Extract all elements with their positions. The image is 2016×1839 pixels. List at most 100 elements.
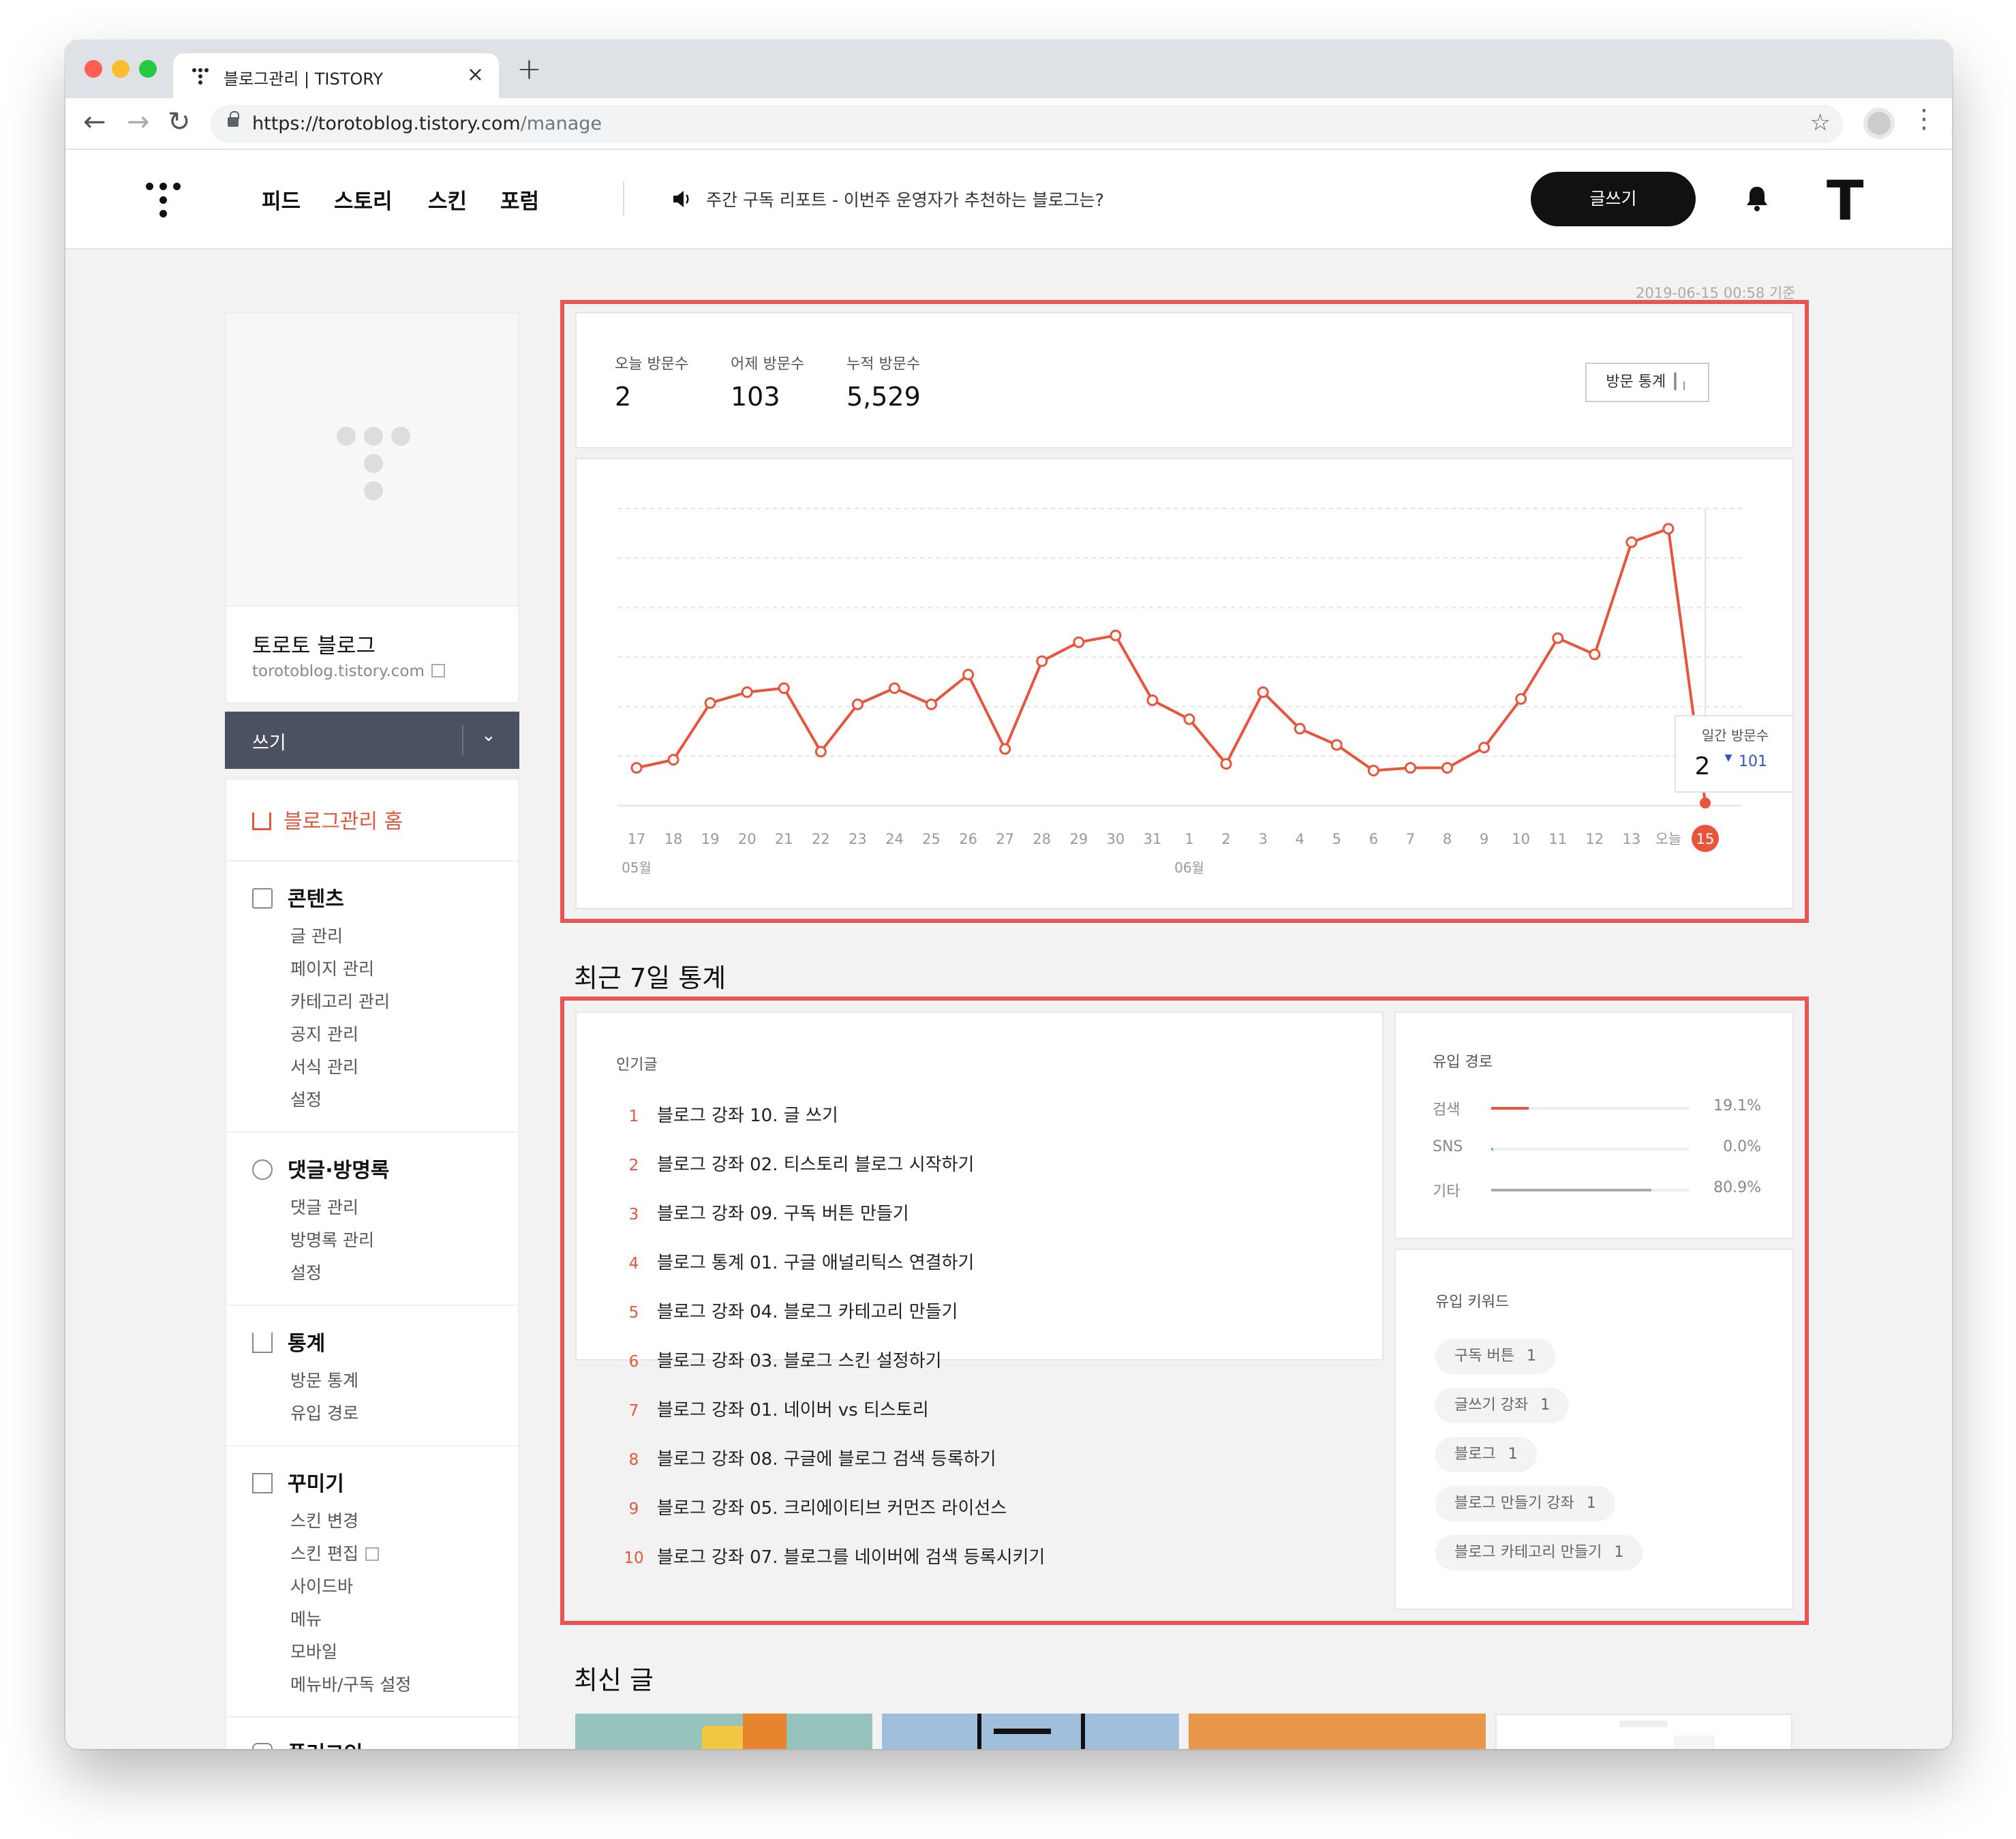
sidebar-item-notice-manage[interactable]: 공지 관리 <box>290 1021 358 1046</box>
tab-close-icon[interactable]: × <box>467 63 484 87</box>
sidebar-section-stats[interactable]: 통계 <box>252 1326 325 1356</box>
notice-banner[interactable]: 주간 구독 리포트 - 이번주 운영자가 추천하는 블로그는? <box>706 187 1104 211</box>
tab-bar: 블로그관리 | TISTORY × + <box>65 41 1952 98</box>
sidebar-item-referrer[interactable]: 유입 경로 <box>290 1400 358 1425</box>
comment-icon <box>252 1159 273 1180</box>
browser-window: 블로그관리 | TISTORY × + ← → ↻ https://toroto… <box>65 41 1952 1749</box>
nav-story[interactable]: 스토리 <box>334 184 393 215</box>
url-main: https://torotoblog.tistory.com <box>252 113 521 134</box>
write-separator <box>462 725 463 755</box>
minimize-window-button[interactable] <box>112 60 129 78</box>
sidebar-item-skin-edit[interactable]: 스킨 편집 <box>290 1540 379 1565</box>
sidebar-item-comment-manage[interactable]: 댓글 관리 <box>290 1194 358 1219</box>
header-divider <box>623 181 624 215</box>
tab-title: 블로그관리 | TISTORY <box>224 70 384 89</box>
highlight-frame-visits <box>560 300 1809 923</box>
sidebar-item-guestbook-manage[interactable]: 방명록 관리 <box>290 1227 374 1251</box>
section-title: 댓글·방명록 <box>288 1159 390 1183</box>
sidebar-divider <box>226 860 521 862</box>
thumbnail-shape <box>1081 1714 1085 1749</box>
url-bar[interactable]: https://torotoblog.tistory.com/manage ☆ <box>210 105 1843 143</box>
latest-post-card[interactable] <box>882 1714 1179 1749</box>
external-link-icon <box>365 1547 379 1561</box>
sidebar-item-sidebar[interactable]: 사이드바 <box>290 1573 353 1598</box>
sidebar-write-label: 쓰기 <box>252 733 286 754</box>
chevron-down-icon[interactable]: ⌄ <box>481 725 496 746</box>
layout-icon <box>252 1473 273 1493</box>
browser-tab[interactable]: 블로그관리 | TISTORY × <box>173 53 499 98</box>
blog-name[interactable]: 토로토 블로그 <box>252 628 376 659</box>
sidebar-item-visit-stats[interactable]: 방문 통계 <box>290 1367 358 1392</box>
sidebar-section-decorate[interactable]: 꾸미기 <box>252 1467 344 1497</box>
blog-url: torotoblog.tistory.com <box>252 663 425 680</box>
skin-edit-label: 스킨 편집 <box>290 1544 358 1564</box>
bookmark-star-icon[interactable]: ☆ <box>1810 109 1831 136</box>
browser-profile-avatar[interactable] <box>1863 108 1895 139</box>
section-title: 꾸미기 <box>288 1472 344 1496</box>
sidebar-item-comments-settings[interactable]: 설정 <box>290 1260 322 1284</box>
sidebar-item-contents-settings[interactable]: 설정 <box>290 1086 322 1111</box>
tistory-favicon-icon <box>192 68 213 85</box>
sidebar: 토로토 블로그 torotoblog.tistory.com 쓰기 ⌄ 블로그관… <box>225 312 521 1749</box>
sidebar-write-button[interactable]: 쓰기 ⌄ <box>225 712 519 769</box>
sidebar-section-comments[interactable]: 댓글·방명록 <box>252 1153 389 1183</box>
address-toolbar: ← → ↻ https://torotoblog.tistory.com/man… <box>65 98 1952 150</box>
thumbnail-shape <box>743 1714 786 1749</box>
sidebar-home-label: 블로그관리 홈 <box>284 810 403 834</box>
latest-post-card[interactable] <box>575 1714 872 1749</box>
url-path: /manage <box>520 113 602 134</box>
new-tab-button[interactable]: + <box>517 52 542 87</box>
sidebar-item-menu[interactable]: 메뉴 <box>290 1606 322 1630</box>
plugin-icon <box>252 1743 273 1749</box>
speaker-icon <box>673 191 689 207</box>
nav-feed[interactable]: 피드 <box>262 184 301 215</box>
back-icon[interactable]: ← <box>83 106 106 138</box>
url-text: https://torotoblog.tistory.com/manage <box>252 113 602 134</box>
sidebar-section-contents[interactable]: 콘텐츠 <box>252 882 344 912</box>
highlight-frame-recent7 <box>560 997 1809 1625</box>
sidebar-section-plugin[interactable]: 플러그인 <box>252 1737 363 1749</box>
thumbnail-shape <box>1674 1735 1715 1749</box>
latest-post-card[interactable] <box>1189 1714 1486 1749</box>
latest-post-card[interactable] <box>1495 1714 1792 1749</box>
nav-forum[interactable]: 포럼 <box>500 184 539 215</box>
sidebar-item-template-manage[interactable]: 서식 관리 <box>290 1054 358 1078</box>
sidebar-item-category-manage[interactable]: 카테고리 관리 <box>290 988 390 1013</box>
thumbnail-shape <box>1619 1720 1667 1727</box>
forward-icon[interactable]: → <box>127 106 150 138</box>
reload-icon[interactable]: ↻ <box>168 106 191 138</box>
profile-menu-icon[interactable]: T <box>1827 169 1864 232</box>
latest-posts-heading: 최신 글 <box>574 1665 654 1695</box>
home-icon <box>252 812 271 830</box>
sidebar-divider <box>226 1445 521 1446</box>
sidebar-menu: 블로그관리 홈 콘텐츠 글 관리 페이지 관리 카테고리 관리 공지 관리 서식… <box>225 778 521 1749</box>
thumbnail-shape <box>977 1714 981 1749</box>
tistory-logo-icon[interactable] <box>146 183 181 218</box>
browser-menu-icon[interactable]: ⋮ <box>1911 104 1937 134</box>
document-icon <box>252 888 273 909</box>
sidebar-item-skin-change[interactable]: 스킨 변경 <box>290 1508 358 1532</box>
blog-info: 토로토 블로그 torotoblog.tistory.com <box>225 607 519 703</box>
section-title: 통계 <box>288 1332 326 1356</box>
sidebar-item-page-manage[interactable]: 페이지 관리 <box>290 956 374 980</box>
sidebar-item-menubar[interactable]: 메뉴바/구독 설정 <box>290 1671 411 1696</box>
maximize-window-button[interactable] <box>139 60 157 78</box>
section-title: 플러그인 <box>288 1742 363 1749</box>
close-window-button[interactable] <box>85 60 102 78</box>
lock-icon <box>228 111 239 127</box>
thumbnail-shape <box>994 1729 1051 1734</box>
blog-thumbnail <box>225 312 519 607</box>
recent7-heading: 최근 7일 통계 <box>574 963 727 993</box>
sidebar-divider <box>226 1131 521 1133</box>
sidebar-item-post-manage[interactable]: 글 관리 <box>290 923 343 947</box>
blog-url-link[interactable]: torotoblog.tistory.com <box>252 663 445 680</box>
tistory-header: 피드 스토리 스킨 포럼 주간 구독 리포트 - 이번주 운영자가 추천하는 블… <box>65 150 1952 249</box>
write-post-button[interactable]: 글쓰기 <box>1531 172 1696 226</box>
section-title: 콘텐츠 <box>288 887 344 911</box>
sidebar-item-home[interactable]: 블로그관리 홈 <box>252 804 403 834</box>
bar-chart-icon <box>252 1333 273 1353</box>
nav-skin[interactable]: 스킨 <box>428 184 467 215</box>
sidebar-item-mobile[interactable]: 모바일 <box>290 1639 337 1663</box>
notification-bell-icon[interactable] <box>1745 184 1769 213</box>
sidebar-divider <box>226 1716 521 1718</box>
